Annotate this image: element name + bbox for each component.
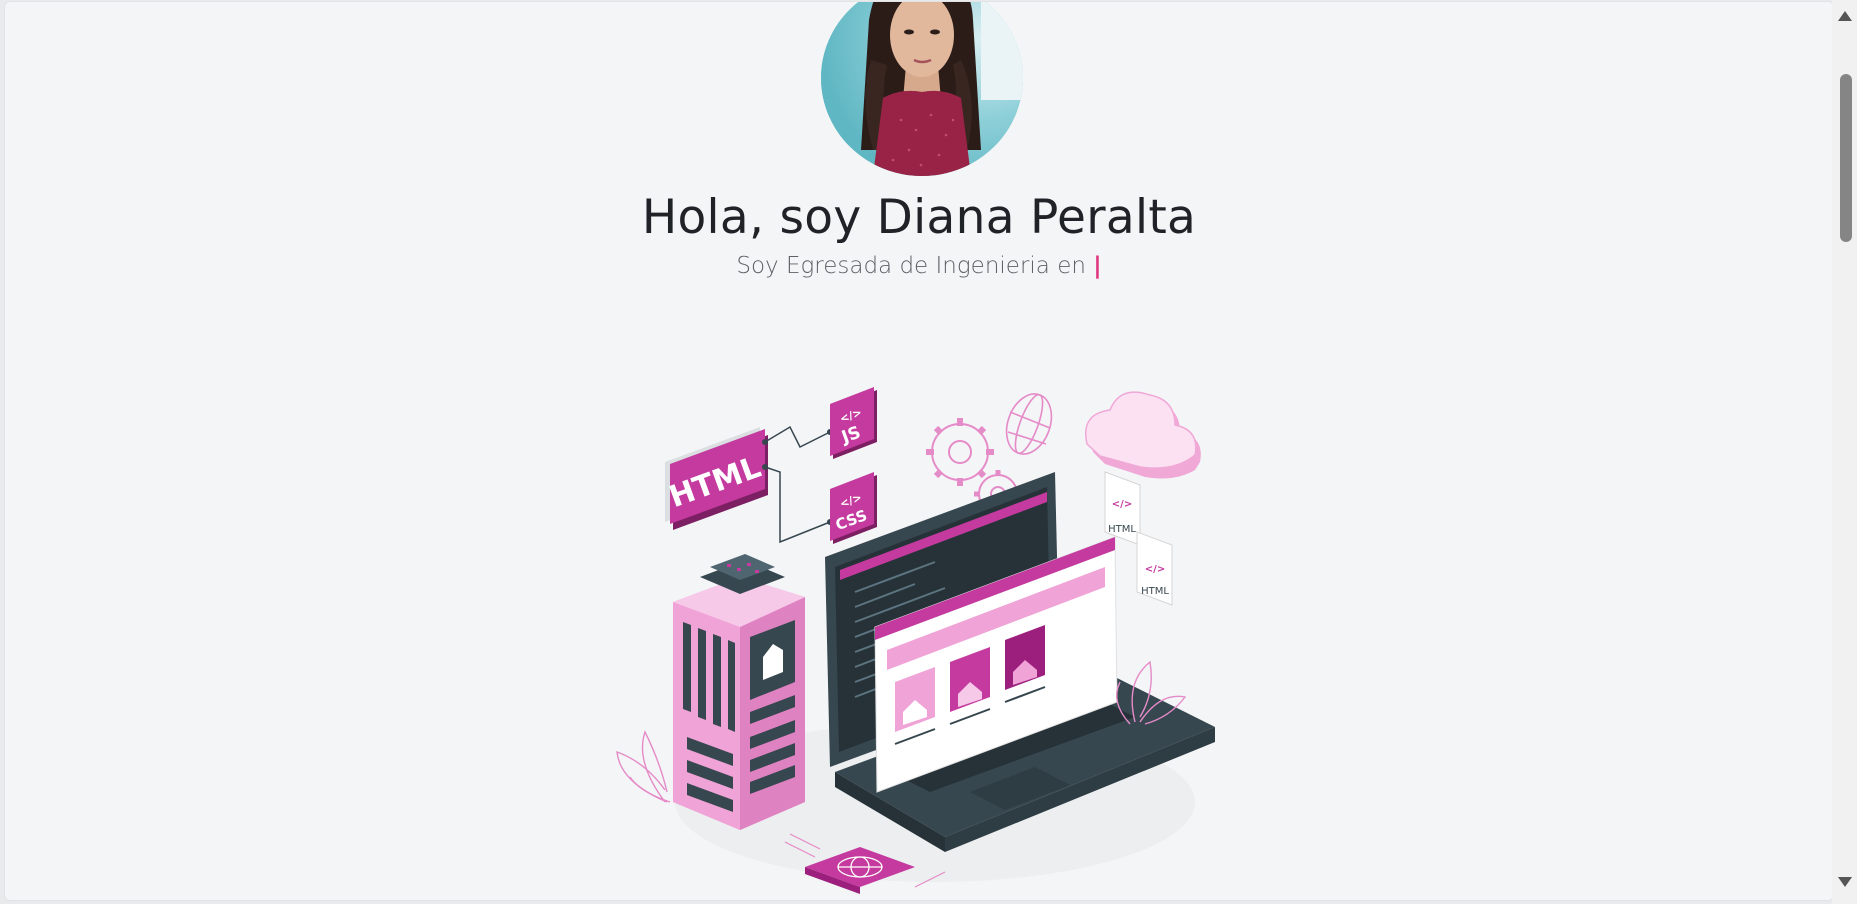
html-badge: HTML [665,427,768,530]
js-badge: </> JS [830,387,877,459]
profile-avatar [821,2,1023,176]
typing-cursor: | [1093,253,1102,279]
scroll-down-button[interactable] [1832,872,1857,892]
triangle-up-icon [1837,11,1852,21]
vertical-scrollbar[interactable] [1832,0,1857,904]
hero-title: Hola, soy Diana Peralta [641,190,1197,245]
css-badge: </> CSS [830,472,877,544]
hero-subtitle: Soy Egresada de Ingenieria en | [5,253,1833,279]
html-file-label-2: HTML [1141,586,1169,597]
file-code-symbol-2: </> [1145,564,1165,575]
plant-left [616,730,671,803]
scroll-up-button[interactable] [1832,6,1857,26]
globe-icon [1005,393,1053,455]
web-development-illustration: HTML </> JS </> CSS </> HTML </> HTML [616,387,1215,894]
triangle-down-icon [1837,877,1852,887]
cloud-icon [1085,391,1201,479]
html-file-label: HTML [1108,524,1136,535]
page-viewport: Hola, soy Diana Peralta Soy Egresada de … [4,1,1834,901]
html-file-icon: </> HTML [1104,471,1141,546]
hero-subtitle-text: Soy Egresada de Ingenieria en [736,253,1094,279]
html-file-icon-2: </> HTML [1136,531,1173,606]
file-code-symbol: </> [1112,499,1132,510]
scroll-thumb[interactable] [1840,74,1852,242]
server-tower [673,554,805,830]
